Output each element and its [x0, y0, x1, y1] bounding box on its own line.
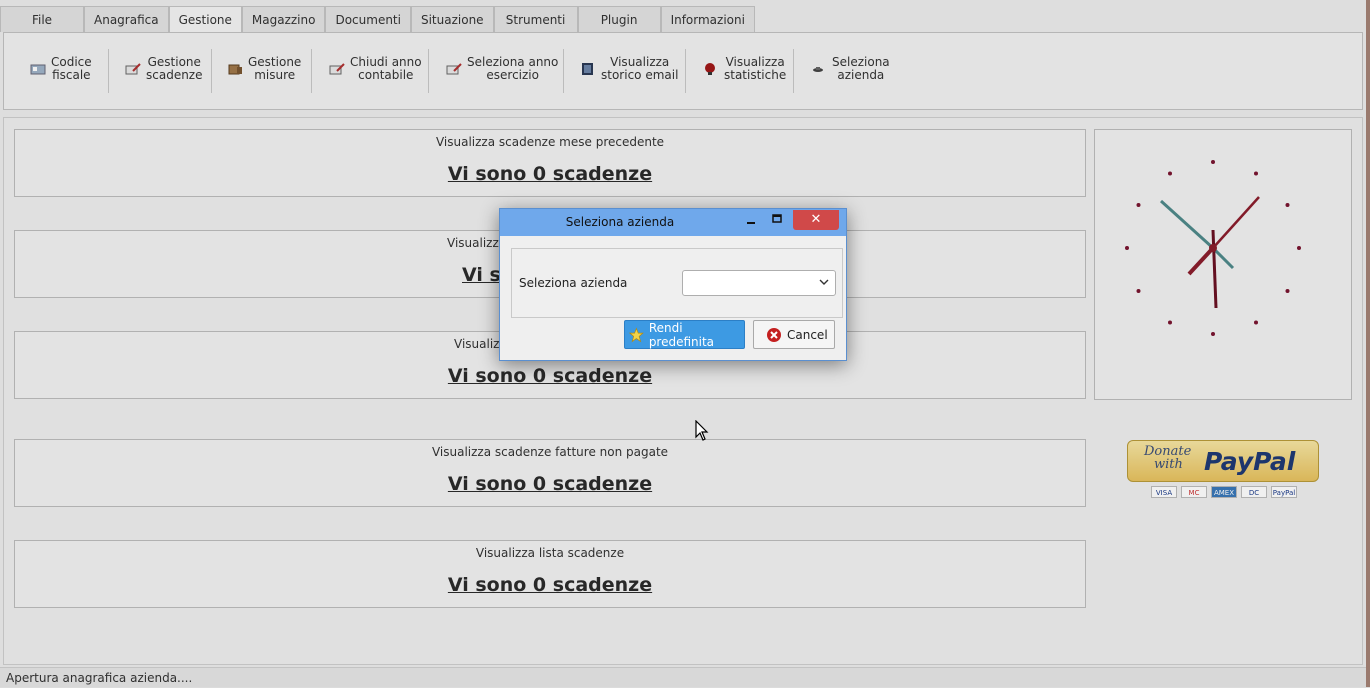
desktop-edge [1366, 0, 1370, 687]
rendi-predefinita-label: Rendi predefinita [648, 320, 715, 349]
application-window: File Anagrafica Gestione Magazzino Docum… [0, 0, 1366, 687]
dialog-titlebar[interactable]: Seleziona azienda ✕ [500, 209, 846, 236]
maximize-icon [772, 214, 782, 223]
minimize-icon [747, 222, 755, 224]
star-icon [629, 327, 644, 342]
close-icon: ✕ [810, 212, 822, 227]
rendi-predefinita-button[interactable]: Rendi predefinita [624, 320, 745, 349]
mouse-cursor-icon [695, 420, 709, 441]
chevron-down-icon [819, 279, 829, 285]
maximize-button[interactable] [766, 210, 788, 230]
cancel-icon [767, 327, 781, 342]
close-button[interactable]: ✕ [793, 210, 839, 230]
cancel-button[interactable]: Cancel [753, 320, 835, 349]
azienda-combobox[interactable] [682, 270, 836, 296]
minimize-button[interactable] [740, 210, 762, 230]
seleziona-azienda-dialog: Seleziona azienda ✕ Seleziona azienda Re… [499, 208, 847, 361]
seleziona-azienda-label: Seleziona azienda [519, 276, 628, 290]
dialog-title: Seleziona azienda [565, 215, 675, 229]
dialog-form-group: Seleziona azienda [511, 248, 843, 318]
cancel-label: Cancel [787, 327, 828, 342]
